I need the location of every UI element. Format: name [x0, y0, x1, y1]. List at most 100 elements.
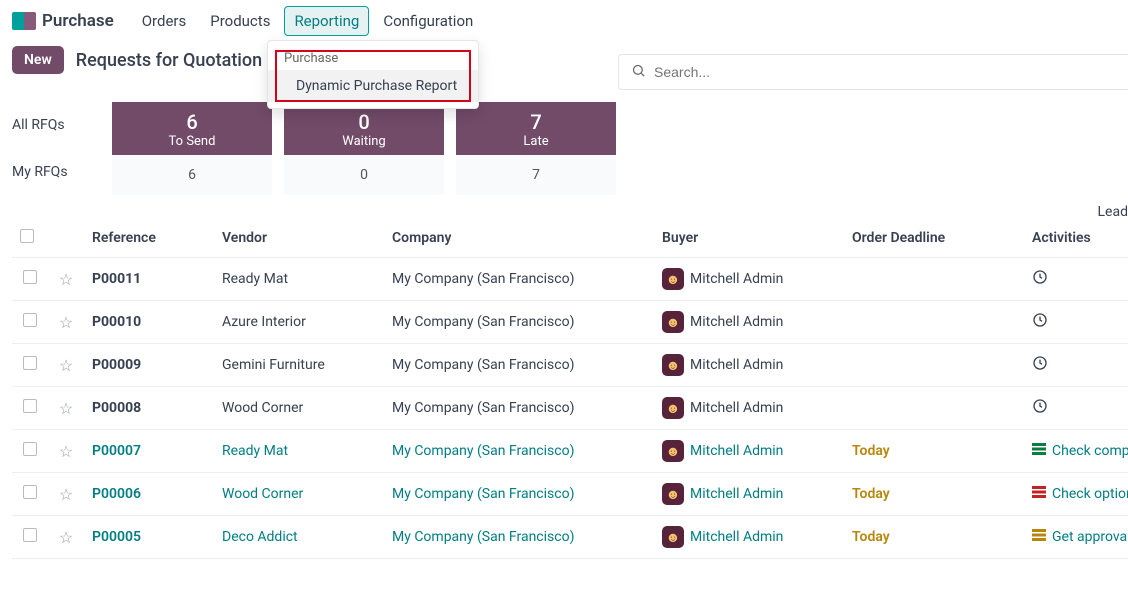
buyer-name[interactable]: Mitchell Admin [690, 486, 783, 502]
deadline-text: Today [852, 486, 890, 502]
row-checkbox[interactable] [23, 270, 37, 284]
stat-number: 6 [112, 110, 272, 134]
summary-row: All RFQs My RFQs 6To Send60Waiting07Late… [0, 102, 1128, 195]
row-checkbox[interactable] [23, 442, 37, 456]
reference-link[interactable]: P00010 [92, 314, 141, 330]
col-reference[interactable]: Reference [84, 219, 214, 258]
table-row[interactable]: ☆ P00008 Wood Corner My Company (San Franci… [12, 387, 1128, 430]
company-name[interactable]: My Company (San Francisco) [392, 400, 574, 416]
lead-time-column-hint: Lead [1098, 204, 1128, 220]
activity-icon[interactable] [1032, 529, 1046, 545]
stat-card[interactable]: 6To Send6 [112, 102, 272, 195]
col-company[interactable]: Company [384, 219, 654, 258]
table-row[interactable]: ☆ P00011 Ready Mat My Company (San Francisc… [12, 258, 1128, 301]
vendor-name[interactable]: Ready Mat [222, 271, 288, 287]
reference-link[interactable]: P00005 [92, 529, 141, 545]
stat-card[interactable]: 0Waiting0 [284, 102, 444, 195]
star-icon[interactable]: ☆ [59, 528, 73, 547]
row-checkbox[interactable] [23, 356, 37, 370]
table-row[interactable]: ☆ P00006 Wood Corner My Company (San Franci… [12, 473, 1128, 516]
search-input[interactable] [654, 64, 1116, 80]
avatar-icon: ☻ [662, 483, 684, 505]
table-row[interactable]: ☆ P00010 Azure Interior My Company (San Fra… [12, 301, 1128, 344]
deadline-text: Today [852, 529, 890, 545]
menu-reporting[interactable]: Reporting [284, 6, 369, 36]
vendor-name[interactable]: Gemini Furniture [222, 357, 325, 373]
dropdown-section-header: Purchase [268, 47, 478, 70]
breadcrumb-title[interactable]: Requests for Quotation [76, 50, 262, 71]
vendor-name[interactable]: Deco Addict [222, 529, 298, 545]
reference-link[interactable]: P00011 [92, 271, 141, 287]
company-name[interactable]: My Company (San Francisco) [392, 443, 574, 459]
avatar-icon: ☻ [662, 311, 684, 333]
activity-text[interactable]: Get approval [1052, 529, 1128, 545]
vendor-name[interactable]: Azure Interior [222, 314, 306, 330]
company-name[interactable]: My Company (San Francisco) [392, 486, 574, 502]
reference-link[interactable]: P00009 [92, 357, 141, 373]
row-checkbox[interactable] [23, 313, 37, 327]
vendor-name[interactable]: Wood Corner [222, 400, 303, 416]
search-box[interactable] [618, 54, 1128, 90]
star-icon[interactable]: ☆ [59, 442, 73, 461]
buyer-name[interactable]: Mitchell Admin [690, 400, 783, 416]
star-icon[interactable]: ☆ [59, 270, 73, 289]
buyer-name[interactable]: Mitchell Admin [690, 271, 783, 287]
star-icon[interactable]: ☆ [59, 356, 73, 375]
row-checkbox[interactable] [23, 528, 37, 542]
deadline-text: Today [852, 443, 890, 459]
vendor-name[interactable]: Ready Mat [222, 443, 288, 459]
company-name[interactable]: My Company (San Francisco) [392, 357, 574, 373]
app-title[interactable]: Purchase [12, 11, 114, 31]
star-icon[interactable]: ☆ [59, 313, 73, 332]
vendor-name[interactable]: Wood Corner [222, 486, 303, 502]
stat-label: To Send [112, 134, 272, 149]
buyer-name[interactable]: Mitchell Admin [690, 529, 783, 545]
reference-link[interactable]: P00006 [92, 486, 141, 502]
avatar-icon: ☻ [662, 354, 684, 376]
company-name[interactable]: My Company (San Francisco) [392, 271, 574, 287]
menu-configuration[interactable]: Configuration [373, 6, 483, 36]
activity-text[interactable]: Check competitors [1052, 443, 1128, 459]
stat-number: 0 [284, 110, 444, 134]
star-icon[interactable]: ☆ [59, 485, 73, 504]
app-logo-icon [12, 12, 36, 30]
col-vendor[interactable]: Vendor [214, 219, 384, 258]
company-name[interactable]: My Company (San Francisco) [392, 314, 574, 330]
col-buyer[interactable]: Buyer [654, 219, 844, 258]
activity-text[interactable]: Check optional products [1052, 486, 1128, 502]
filter-my-rfqs[interactable]: My RFQs [12, 152, 112, 192]
filter-all-rfqs[interactable]: All RFQs [12, 105, 112, 145]
menu-products[interactable]: Products [200, 6, 280, 36]
search-icon [631, 63, 646, 82]
new-button[interactable]: New [12, 46, 64, 74]
clock-icon[interactable] [1032, 356, 1048, 375]
stat-number: 7 [456, 110, 616, 134]
clock-icon[interactable] [1032, 270, 1048, 289]
star-icon[interactable]: ☆ [59, 399, 73, 418]
table-row[interactable]: ☆ P00005 Deco Addict My Company (San Franci… [12, 516, 1128, 559]
activity-icon[interactable] [1032, 443, 1046, 459]
buyer-name[interactable]: Mitchell Admin [690, 314, 783, 330]
reference-link[interactable]: P00007 [92, 443, 141, 459]
table-row[interactable]: ☆ P00007 Ready Mat My Company (San Francisc… [12, 430, 1128, 473]
reference-link[interactable]: P00008 [92, 400, 141, 416]
activity-icon[interactable] [1032, 486, 1046, 502]
clock-icon[interactable] [1032, 313, 1048, 332]
row-checkbox[interactable] [23, 485, 37, 499]
table-row[interactable]: ☆ P00009 Gemini Furniture My Company (San F… [12, 344, 1128, 387]
col-activities[interactable]: Activities [1024, 219, 1128, 258]
company-name[interactable]: My Company (San Francisco) [392, 529, 574, 545]
stat-label: Late [456, 134, 616, 149]
stat-my-number: 6 [112, 155, 272, 195]
buyer-name[interactable]: Mitchell Admin [690, 357, 783, 373]
dropdown-item-dynamic-report[interactable]: Dynamic Purchase Report [268, 70, 478, 102]
row-checkbox[interactable] [23, 399, 37, 413]
select-all-checkbox[interactable] [20, 229, 34, 243]
stat-my-number: 0 [284, 155, 444, 195]
menu-orders[interactable]: Orders [132, 6, 197, 36]
stat-card[interactable]: 7Late7 [456, 102, 616, 195]
clock-icon[interactable] [1032, 399, 1048, 418]
col-deadline[interactable]: Order Deadline [844, 219, 1024, 258]
buyer-name[interactable]: Mitchell Admin [690, 443, 783, 459]
avatar-icon: ☻ [662, 440, 684, 462]
